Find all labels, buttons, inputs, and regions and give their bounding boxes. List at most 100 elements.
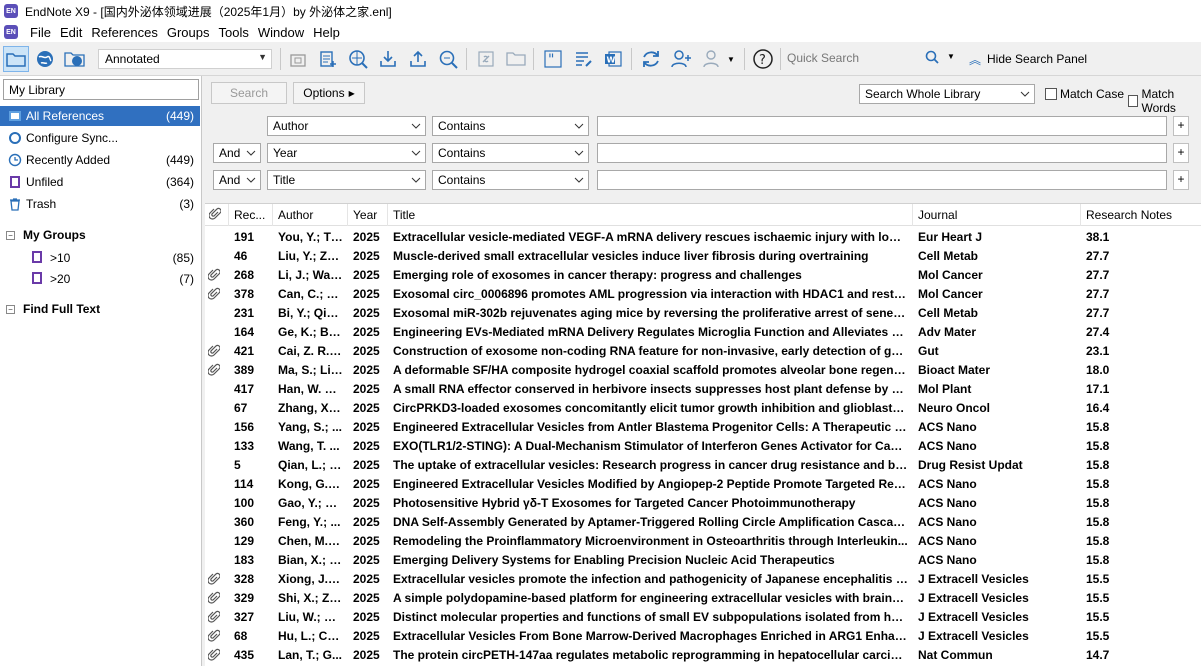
group-item[interactable]: >10 (85) <box>30 248 200 268</box>
group-trash[interactable]: Trash (3) <box>0 194 200 214</box>
search-term-input[interactable] <box>597 170 1167 190</box>
table-row[interactable]: 268 Li, J.; Wan... 2025 Emerging role of ex… <box>205 266 1201 285</box>
feed-dropdown[interactable]: ▼ <box>724 46 738 72</box>
copy-to-library-button[interactable] <box>286 46 312 72</box>
table-row[interactable]: 183 Bian, X.; Z... 2025 Emerging Delivery S… <box>205 551 1201 570</box>
table-row[interactable]: 5 Qian, L.; C... 2025 The uptake of extrace… <box>205 456 1201 475</box>
online-search-mode-button[interactable] <box>32 46 58 72</box>
group-unfiled[interactable]: Unfiled (364) <box>0 172 200 192</box>
group-configure-sync[interactable]: Configure Sync... <box>0 128 200 148</box>
integrated-library-mode-button[interactable] <box>62 46 88 72</box>
match-words-checkbox[interactable]: Match Words <box>1128 87 1201 115</box>
table-row[interactable]: 133 Wang, T. ... 2025 EXO(TLR1/2-STING): A … <box>205 437 1201 456</box>
menu-edit[interactable]: Edit <box>57 25 88 40</box>
paperclip-icon[interactable] <box>207 629 221 646</box>
table-row[interactable]: 100 Gao, Y.; Li... 2025 Photosensitive Hybr… <box>205 494 1201 513</box>
boolean-operator-select[interactable]: And <box>213 170 261 190</box>
table-row[interactable]: 329 Shi, X.; Zh... 2025 A simple polydopami… <box>205 589 1201 608</box>
quick-search-input[interactable]: Quick Search <box>787 51 859 65</box>
paperclip-icon[interactable] <box>207 591 221 608</box>
insert-citation-button[interactable]: " <box>540 46 566 72</box>
local-library-mode-button[interactable] <box>3 46 29 72</box>
table-row[interactable]: 435 Lan, T.; G... 2025 The protein circPETH… <box>205 646 1201 665</box>
table-row[interactable]: 378 Can, C.; Ya... 2025 Exosomal circ_00068… <box>205 285 1201 304</box>
search-scope-select[interactable]: Search Whole Library <box>859 84 1035 104</box>
group-all-references[interactable]: All References (449) <box>0 106 200 126</box>
table-row[interactable]: 389 Ma, S.; Li, ... 2025 A deformable SF/HA… <box>205 361 1201 380</box>
collapse-toggle-icon[interactable]: − <box>6 304 15 314</box>
column-header-year[interactable]: Year <box>348 204 388 226</box>
table-row[interactable]: 417 Han, W. H... 2025 A small RNA effector … <box>205 380 1201 399</box>
menu-help[interactable]: Help <box>310 25 346 40</box>
paperclip-icon[interactable] <box>207 363 221 380</box>
add-row-button[interactable]: + <box>1173 170 1189 190</box>
group-recently-added[interactable]: Recently Added (449) <box>0 150 200 170</box>
open-link-button[interactable] <box>473 46 499 72</box>
import-button[interactable] <box>375 46 401 72</box>
export-button[interactable] <box>405 46 431 72</box>
search-field-select[interactable]: Title <box>267 170 426 190</box>
open-file-button[interactable] <box>503 46 529 72</box>
go-to-word-button[interactable]: W <box>600 46 626 72</box>
paperclip-icon[interactable] <box>207 572 221 589</box>
search-term-input[interactable] <box>597 116 1167 136</box>
search-icon[interactable] <box>925 50 939 67</box>
search-field-select[interactable]: Year <box>267 143 426 163</box>
search-operator-select[interactable]: Contains <box>432 170 589 190</box>
collapse-toggle-icon[interactable]: − <box>6 230 15 240</box>
menu-groups[interactable]: Groups <box>164 25 216 40</box>
format-bibliography-button[interactable] <box>570 46 596 72</box>
menu-file[interactable]: File <box>27 25 57 40</box>
menu-references[interactable]: References <box>88 25 163 40</box>
column-header-title[interactable]: Title <box>388 204 913 226</box>
table-row[interactable]: 231 Bi, Y.; Qia... 2025 Exosomal miR-302b r… <box>205 304 1201 323</box>
table-row[interactable]: 328 Xiong, J.; ... 2025 Extracellular vesic… <box>205 570 1201 589</box>
sync-button[interactable] <box>638 46 664 72</box>
options-button[interactable]: Options ▶ <box>293 82 365 104</box>
table-row[interactable]: 191 You, Y.; Ti... 2025 Extracellular vesic… <box>205 228 1201 247</box>
table-row[interactable]: 129 Chen, M.; ... 2025 Remodeling the Proin… <box>205 532 1201 551</box>
table-row[interactable]: 164 Ge, K.; Ba... 2025 Engineering EVs-Medi… <box>205 323 1201 342</box>
hide-search-panel-button[interactable]: ︽ Hide Search Panel <box>969 48 1087 70</box>
quick-search-dropdown[interactable]: ▼ <box>947 52 955 61</box>
table-row[interactable]: 68 Hu, L.; Ch... 2025 Extracellular Vesicle… <box>205 627 1201 646</box>
paperclip-icon[interactable] <box>207 648 221 665</box>
share-library-button[interactable] <box>668 46 694 72</box>
output-style-select[interactable]: Annotated ▼ <box>98 49 272 69</box>
table-row[interactable]: 327 Liu, W.; W... 2025 Distinct molecular p… <box>205 608 1201 627</box>
search-button[interactable]: Search <box>211 82 287 104</box>
find-full-text-button[interactable] <box>435 46 461 72</box>
table-row[interactable]: 156 Yang, S.; ... 2025 Engineered Extracell… <box>205 418 1201 437</box>
search-operator-select[interactable]: Contains <box>432 143 589 163</box>
online-search-button[interactable] <box>345 46 371 72</box>
paperclip-icon[interactable] <box>207 268 221 285</box>
table-row[interactable]: 46 Liu, Y.; Zh... 2025 Muscle-derived small… <box>205 247 1201 266</box>
add-row-button[interactable]: + <box>1173 116 1189 136</box>
paperclip-icon[interactable] <box>207 610 221 627</box>
column-header-attachment[interactable] <box>205 204 229 226</box>
document-menu-icon[interactable]: EN <box>4 25 18 39</box>
help-button[interactable]: ? <box>750 46 776 72</box>
add-row-button[interactable]: + <box>1173 143 1189 163</box>
menu-window[interactable]: Window <box>255 25 310 40</box>
library-name-field[interactable]: My Library <box>3 79 199 100</box>
find-full-text-header[interactable]: − Find Full Text <box>6 302 100 316</box>
match-case-checkbox[interactable]: Match Case <box>1045 87 1124 101</box>
table-row[interactable]: 67 Zhang, X.;... 2025 CircPRKD3-loaded exos… <box>205 399 1201 418</box>
column-header-author[interactable]: Author <box>273 204 348 226</box>
search-term-input[interactable] <box>597 143 1167 163</box>
new-reference-button[interactable] <box>315 46 341 72</box>
boolean-operator-select[interactable]: And <box>213 143 261 163</box>
feed-button[interactable] <box>700 46 726 72</box>
my-groups-header[interactable]: − My Groups <box>6 228 86 242</box>
table-row[interactable]: 114 Kong, G.; ... 2025 Engineered Extracell… <box>205 475 1201 494</box>
column-header-research-notes[interactable]: Research Notes <box>1081 204 1201 226</box>
column-header-journal[interactable]: Journal <box>913 204 1081 226</box>
menu-tools[interactable]: Tools <box>215 25 254 40</box>
paperclip-icon[interactable] <box>207 287 221 304</box>
search-operator-select[interactable]: Contains <box>432 116 589 136</box>
table-row[interactable]: 421 Cai, Z. R.; ... 2025 Construction of ex… <box>205 342 1201 361</box>
paperclip-icon[interactable] <box>207 344 221 361</box>
group-item[interactable]: >20 (7) <box>30 269 200 289</box>
column-header-record[interactable]: Rec... <box>229 204 273 226</box>
